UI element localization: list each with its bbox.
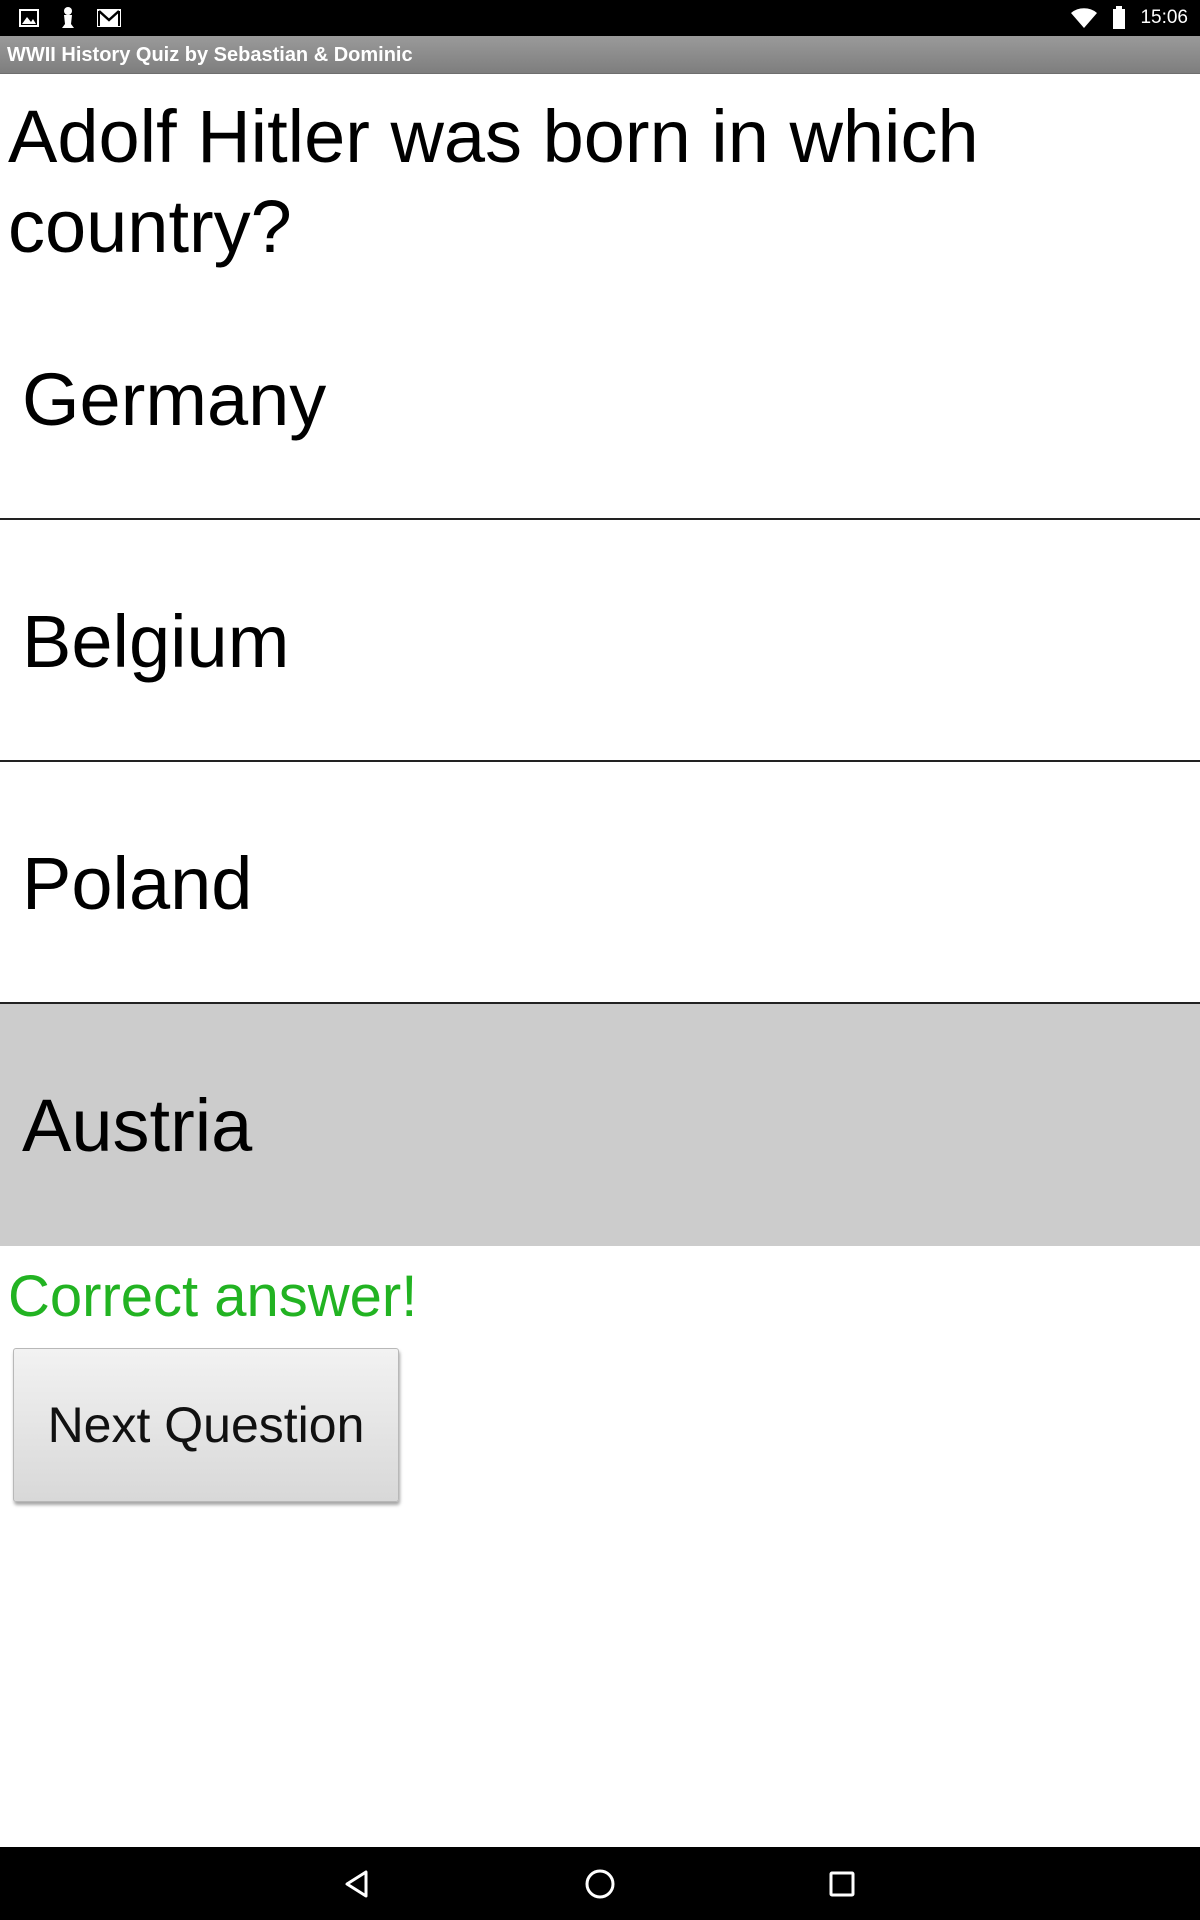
back-icon[interactable] [328, 1861, 388, 1907]
chess-piece-icon [58, 6, 78, 30]
app-title: WWII History Quiz by Sebastian & Dominic [7, 44, 413, 66]
next-question-button[interactable]: Next Question [13, 1348, 399, 1502]
answer-option[interactable]: Belgium [0, 520, 1200, 762]
app-title-bar: WWII History Quiz by Sebastian & Dominic [0, 36, 1200, 74]
question-text: Adolf Hitler was born in which country? [8, 95, 979, 268]
answer-label: Austria [22, 1083, 253, 1167]
notification-icons [18, 6, 122, 30]
answer-list: Germany Belgium Poland Austria [0, 278, 1200, 1246]
answer-option[interactable]: Germany [0, 278, 1200, 520]
status-bar: 15:06 [0, 0, 1200, 36]
clock: 15:06 [1140, 7, 1188, 28]
feedback-message: Correct answer! [8, 1264, 418, 1329]
answer-label: Belgium [22, 599, 290, 683]
answer-label: Poland [22, 841, 253, 925]
battery-icon [1112, 6, 1126, 30]
answer-label: Germany [22, 357, 327, 441]
answer-option[interactable]: Austria [0, 1004, 1200, 1246]
gmail-icon [96, 7, 122, 29]
navigation-bar [0, 1847, 1200, 1920]
wifi-icon [1070, 7, 1098, 29]
recents-icon[interactable] [812, 1861, 872, 1907]
image-icon [18, 7, 40, 29]
home-icon[interactable] [570, 1861, 630, 1907]
system-status: 15:06 [1070, 0, 1188, 36]
answer-option[interactable]: Poland [0, 762, 1200, 1004]
